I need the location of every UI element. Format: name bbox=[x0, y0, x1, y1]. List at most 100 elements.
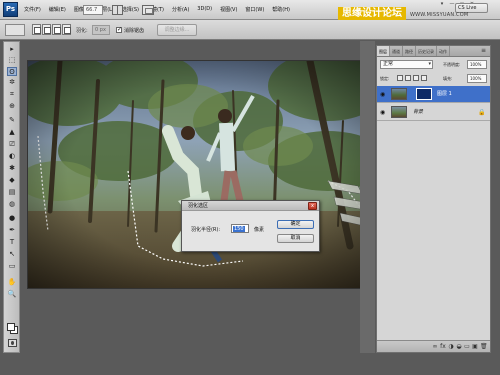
window-dropdown-icon[interactable]: ▾ bbox=[437, 1, 447, 7]
opacity-field[interactable]: 100% bbox=[467, 60, 487, 69]
tab-channels[interactable]: 通道 bbox=[390, 46, 403, 56]
menu-3d[interactable]: 3D(D) bbox=[197, 6, 212, 13]
refine-edge-button[interactable]: 调整边缘... bbox=[157, 24, 197, 36]
feather-input[interactable]: 0 px bbox=[92, 25, 110, 35]
layer-row-background[interactable]: ◉ 背景 🔒 bbox=[377, 104, 490, 121]
zoom-tool-icon[interactable]: 🔍 bbox=[7, 290, 17, 299]
layer-row-layer1[interactable]: ◉ 图层 1 bbox=[377, 86, 490, 103]
add-mask-icon[interactable]: ◑ bbox=[448, 343, 454, 350]
move-tool-icon[interactable]: ▸ bbox=[7, 45, 17, 54]
menu-file[interactable]: 文件(F) bbox=[24, 6, 41, 13]
zoom-level-field[interactable]: 66.7 bbox=[83, 5, 103, 15]
menu-items: 文件(F) 编辑(E) 图像(I) 图层(L) 选择(S) 滤镜(T) 分析(A… bbox=[24, 6, 298, 13]
visibility-eye-icon[interactable]: ◉ bbox=[380, 91, 387, 98]
lasso-tool-preset-icon[interactable] bbox=[5, 24, 25, 36]
layer-thumbnail bbox=[391, 88, 407, 100]
menu-window[interactable]: 窗口(W) bbox=[245, 6, 264, 13]
lasso-tool-icon[interactable]: ʘ bbox=[7, 67, 17, 76]
feather-label: 羽化: bbox=[76, 28, 88, 34]
type-tool-icon[interactable]: T bbox=[7, 238, 17, 247]
photoshop-logo-icon: Ps bbox=[3, 2, 18, 17]
healing-brush-tool-icon[interactable]: ✎ bbox=[7, 116, 17, 125]
clone-stamp-tool-icon[interactable]: ⎚ bbox=[7, 140, 17, 149]
feather-radius-value: 150 bbox=[233, 226, 245, 232]
path-selection-tool-icon[interactable]: ↖ bbox=[7, 250, 17, 259]
pixels-unit-label: 像素 bbox=[254, 227, 265, 233]
add-selection-icon[interactable] bbox=[42, 24, 51, 35]
tools-panel: ▸ ⬚ ʘ ✲ ⌗ ⊕ ✎ ▲ ⎚ ◐ ✱ ◆ ▤ ◍ ● ✒ T ↖ ▭ ✋ … bbox=[3, 41, 20, 353]
menu-analysis[interactable]: 分析(A) bbox=[172, 6, 189, 13]
menu-view[interactable]: 视图(V) bbox=[220, 6, 237, 13]
photo-artwork bbox=[28, 61, 370, 288]
menu-help[interactable]: 帮助(H) bbox=[272, 6, 290, 13]
quick-mask-icon[interactable] bbox=[8, 339, 17, 347]
antialias-checkbox[interactable] bbox=[116, 26, 122, 33]
panel-tabs: 图层 通道 路径 历史记录 动作 bbox=[377, 46, 490, 57]
history-brush-tool-icon[interactable]: ◐ bbox=[7, 152, 17, 161]
tab-history[interactable]: 历史记录 bbox=[416, 46, 437, 56]
arrange-documents-icon[interactable] bbox=[112, 5, 123, 15]
layers-panel-footer: ∞ fx ◑ ◒ ▭ ▣ 🗑 bbox=[377, 340, 490, 352]
lock-label: 锁定: bbox=[380, 76, 390, 81]
feather-radius-label: 羽化半径(R): bbox=[191, 227, 221, 233]
tab-paths[interactable]: 路径 bbox=[403, 46, 416, 56]
layer-name[interactable]: 图层 1 bbox=[437, 86, 452, 103]
new-group-icon[interactable]: ▭ bbox=[464, 343, 470, 350]
lock-icons bbox=[397, 75, 429, 81]
menu-select[interactable]: 选择(S) bbox=[122, 6, 139, 13]
layer-name[interactable]: 背景 bbox=[413, 104, 423, 121]
layer-thumbnail bbox=[391, 106, 407, 118]
layer-style-icon[interactable]: fx bbox=[440, 343, 446, 350]
quick-selection-tool-icon[interactable]: ✲ bbox=[7, 78, 17, 87]
panel-dock-strip bbox=[360, 41, 375, 353]
opacity-label: 不透明度: bbox=[443, 62, 461, 67]
delete-layer-icon[interactable]: 🗑 bbox=[480, 343, 488, 350]
document-canvas[interactable] bbox=[27, 60, 371, 289]
blur-tool-icon[interactable]: ▤ bbox=[7, 188, 17, 197]
lock-pixels-icon[interactable] bbox=[405, 75, 411, 81]
adjustment-layer-icon[interactable]: ◒ bbox=[456, 343, 462, 350]
feather-selection-dialog: 羽化选区 x 羽化半径(R): 150 像素 确定 取消 bbox=[181, 200, 320, 252]
lock-all-icon[interactable] bbox=[421, 75, 427, 81]
fill-field[interactable]: 100% bbox=[467, 74, 487, 83]
tab-layers[interactable]: 图层 bbox=[377, 46, 390, 56]
dialog-close-button[interactable]: x bbox=[308, 202, 317, 210]
tab-actions[interactable]: 动作 bbox=[437, 46, 450, 56]
hand-tool-icon[interactable]: ✋ bbox=[7, 278, 17, 287]
gradient-tool-icon[interactable]: ◆ bbox=[7, 176, 17, 185]
cancel-button[interactable]: 取消 bbox=[277, 234, 314, 243]
blend-mode-select[interactable]: 正常 bbox=[380, 60, 433, 69]
lock-transparency-icon[interactable] bbox=[397, 75, 403, 81]
options-bar: 羽化: 0 px 消除锯齿 调整边缘... bbox=[0, 20, 500, 40]
menu-edit[interactable]: 编辑(E) bbox=[49, 6, 66, 13]
panel-menu-icon[interactable]: ≡ bbox=[481, 48, 488, 54]
feather-radius-input[interactable]: 150 bbox=[231, 224, 249, 233]
shape-tool-icon[interactable]: ▭ bbox=[7, 262, 17, 271]
new-layer-icon[interactable]: ▣ bbox=[472, 343, 478, 350]
subtract-selection-icon[interactable] bbox=[52, 24, 61, 35]
crop-tool-icon[interactable]: ⌗ bbox=[7, 90, 17, 99]
lock-position-icon[interactable] bbox=[413, 75, 419, 81]
watermark-url: WWW.MISSYUAN.COM bbox=[410, 12, 469, 18]
screen-mode-icon[interactable] bbox=[142, 5, 154, 15]
watermark-logo: 思缘设计论坛 bbox=[338, 7, 406, 20]
lock-icon: 🔒 bbox=[478, 109, 486, 116]
layers-panel: 图层 通道 路径 历史记录 动作 ≡ 正常 不透明度: 100% 锁定: 填充:… bbox=[376, 45, 491, 353]
marquee-tool-icon[interactable]: ⬚ bbox=[7, 56, 17, 65]
foreground-color-swatch[interactable] bbox=[7, 323, 15, 331]
visibility-eye-icon[interactable]: ◉ bbox=[380, 109, 387, 116]
antialias-label: 消除锯齿 bbox=[124, 28, 145, 34]
fill-label: 填充: bbox=[443, 76, 453, 81]
brush-tool-icon[interactable]: ▲ bbox=[7, 128, 17, 137]
intersect-selection-icon[interactable] bbox=[62, 24, 71, 35]
new-selection-icon[interactable] bbox=[32, 24, 41, 35]
eraser-tool-icon[interactable]: ✱ bbox=[7, 164, 17, 173]
dialog-title: 羽化选区 bbox=[182, 201, 319, 211]
ok-button[interactable]: 确定 bbox=[277, 220, 314, 229]
pen-tool-icon[interactable]: ✒ bbox=[7, 226, 17, 235]
sponge-tool-icon[interactable]: ● bbox=[7, 214, 17, 223]
layer-mask-thumbnail[interactable] bbox=[416, 88, 432, 100]
link-layers-icon[interactable]: ∞ bbox=[432, 343, 438, 350]
dodge-tool-icon[interactable]: ◍ bbox=[7, 200, 17, 209]
eyedropper-tool-icon[interactable]: ⊕ bbox=[7, 102, 17, 111]
